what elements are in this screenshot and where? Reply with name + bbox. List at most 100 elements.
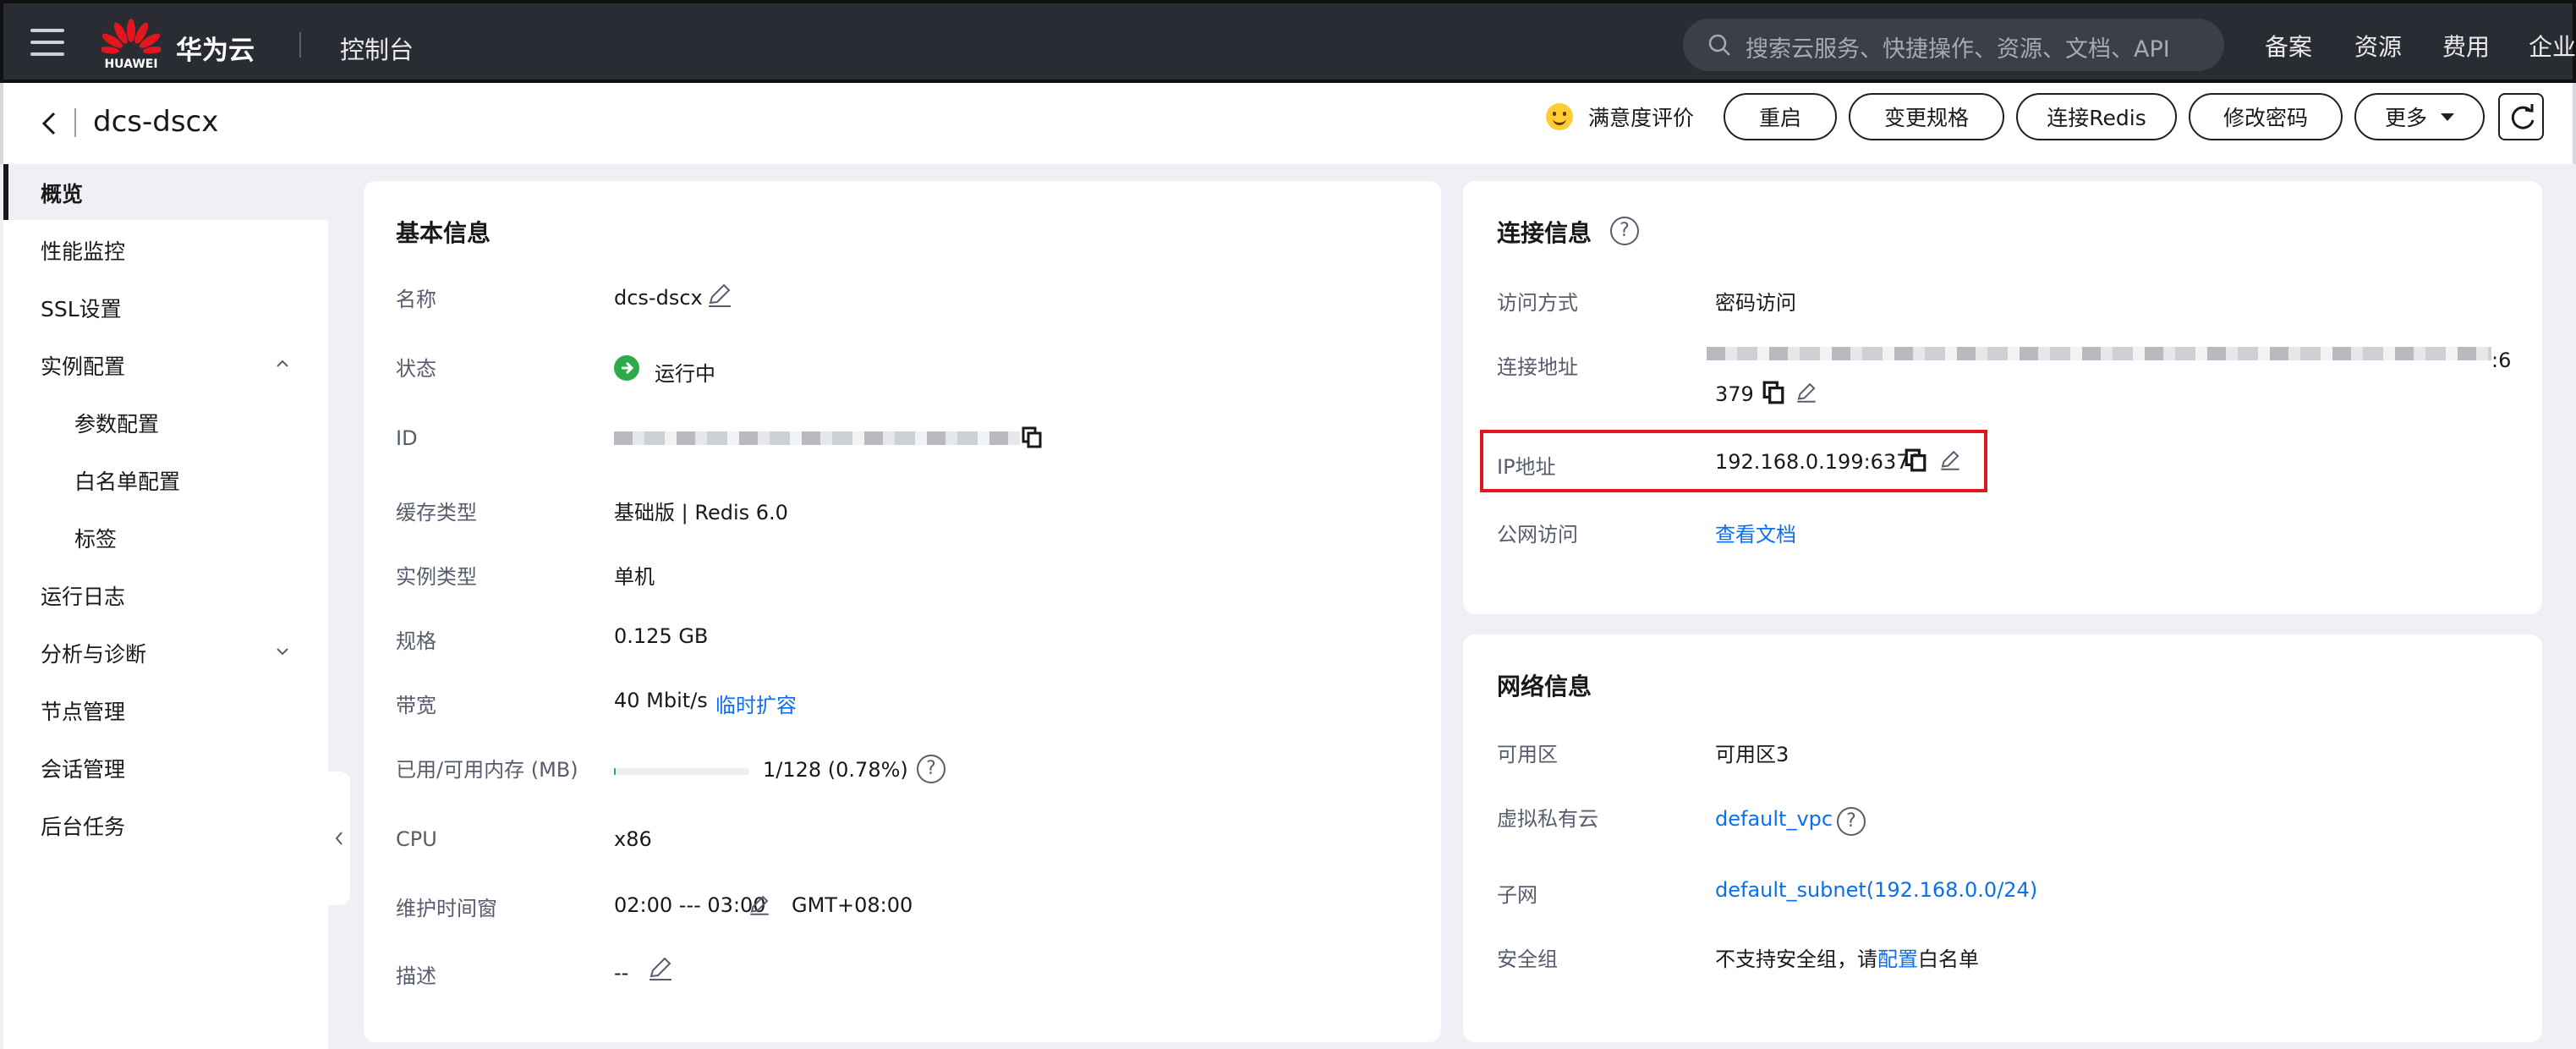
brand-name[interactable]: 华为云 (176, 29, 255, 67)
restart-button[interactable]: 重启 (1724, 93, 1837, 140)
id-label: ID (396, 426, 418, 450)
copy-address-icon[interactable] (1762, 381, 1784, 404)
running-status-icon (614, 355, 639, 381)
connection-address-port: 379 (1715, 382, 1754, 406)
name-label: 名称 (396, 288, 436, 311)
huawei-logo[interactable]: HUAWEI (99, 19, 163, 73)
cpu-label: CPU (396, 827, 437, 851)
description-label: 描述 (396, 964, 436, 988)
nav-billing[interactable]: 费用 (2442, 29, 2490, 63)
smiley-face-icon[interactable] (1546, 103, 1573, 130)
maintenance-label: 维护时间窗 (396, 897, 497, 920)
nav-enterprise[interactable]: 企业 (2529, 29, 2576, 63)
security-group-label: 安全组 (1497, 947, 1558, 971)
copy-id-icon[interactable] (1022, 426, 1042, 448)
security-group-value: 不支持安全组，请配置白名单 (1715, 942, 1979, 972)
console-link[interactable]: 控制台 (340, 30, 414, 66)
connection-help-icon[interactable]: ? (1610, 217, 1639, 245)
access-method-label: 访问方式 (1497, 291, 1578, 315)
sidebar-item-monitoring[interactable]: 性能监控 (3, 222, 328, 277)
sidebar-item-label: 性能监控 (41, 239, 126, 264)
connect-redis-button[interactable]: 连接Redis (2016, 93, 2177, 140)
vpc-help-icon[interactable]: ? (1837, 807, 1866, 836)
sidebar-item-params[interactable]: 参数配置 (3, 394, 328, 450)
sidebar-item-label: 会话管理 (41, 757, 126, 782)
more-dropdown-button[interactable]: 更多 (2354, 93, 2485, 140)
sidebar-item-label: 白名单配置 (74, 470, 181, 494)
sidebar-item-logs[interactable]: 运行日志 (3, 567, 328, 623)
subnet-link[interactable]: default_subnet(192.168.0.0/24) (1715, 878, 2037, 902)
sidebar-menu: 概览 性能监控 SSL设置 实例配置 参数配置 白名单配置 标签 运行日志 分析… (3, 164, 328, 1049)
topbar-divider (299, 32, 301, 58)
sidebar-item-tasks[interactable]: 后台任务 (3, 797, 328, 853)
cpu-value: x86 (614, 827, 652, 851)
public-access-label: 公网访问 (1497, 523, 1578, 546)
logo-text: HUAWEI (104, 58, 158, 71)
maintenance-timezone: GMT+08:00 (792, 893, 913, 917)
caret-down-icon (2441, 113, 2454, 121)
top-navigation-bar: HUAWEI 华为云 控制台 搜索云服务、快捷操作、资源、文档、API 备案 资… (0, 0, 2576, 83)
sidebar-item-diagnosis[interactable]: 分析与诊断 (3, 624, 328, 680)
change-password-button[interactable]: 修改密码 (2189, 93, 2343, 140)
nav-resources[interactable]: 资源 (2354, 29, 2402, 63)
instance-type-label: 实例类型 (396, 565, 477, 589)
instance-type-value: 单机 (614, 565, 655, 589)
sidebar-item-label: 标签 (74, 527, 118, 552)
network-info-card: 网络信息 可用区 可用区3 虚拟私有云 default_vpc ? 子网 def… (1463, 634, 2542, 1042)
sidebar-item-tags[interactable]: 标签 (3, 509, 328, 565)
sidebar-item-sessions[interactable]: 会话管理 (3, 739, 328, 795)
access-method-value: 密码访问 (1715, 291, 1796, 315)
edit-maintenance-icon[interactable] (748, 893, 771, 917)
sidebar-collapse-toggle[interactable] (328, 772, 350, 905)
cache-type-label: 缓存类型 (396, 501, 477, 524)
sidebar-item-label: 运行日志 (41, 585, 126, 609)
sidebar-item-label: 概览 (41, 182, 84, 206)
sidebar-item-instance-config[interactable]: 实例配置 (3, 337, 328, 393)
sidebar-item-whitelist[interactable]: 白名单配置 (3, 452, 328, 508)
spec-value: 0.125 GB (614, 624, 709, 648)
ip-address-highlight (1480, 430, 1987, 492)
connection-address-label: 连接地址 (1497, 355, 1578, 379)
memory-help-icon[interactable]: ? (917, 755, 945, 783)
sidebar-item-nodes[interactable]: 节点管理 (3, 682, 328, 738)
view-docs-link[interactable]: 查看文档 (1715, 518, 1796, 547)
vpc-label: 虚拟私有云 (1497, 807, 1598, 831)
description-value: -- (614, 961, 629, 985)
global-search-input[interactable]: 搜索云服务、快捷操作、资源、文档、API (1683, 19, 2224, 71)
sidebar-item-overview[interactable]: 概览 (3, 164, 328, 220)
back-arrow-icon[interactable] (41, 112, 58, 135)
chevron-down-icon (277, 648, 288, 656)
chevron-up-icon (277, 360, 288, 367)
refresh-button[interactable] (2498, 93, 2544, 140)
bandwidth-value: 40 Mbit/s (614, 689, 708, 712)
status-value: 运行中 (655, 362, 715, 386)
nav-filing[interactable]: 备案 (2265, 29, 2312, 63)
vpc-link[interactable]: default_vpc (1715, 807, 1833, 831)
edit-description-icon[interactable] (646, 954, 675, 983)
configure-whitelist-link[interactable]: 配置 (1877, 947, 1918, 971)
huawei-flower-icon (99, 19, 163, 54)
bandwidth-label: 带宽 (396, 694, 436, 717)
page-header: dcs-dscx 满意度评价 重启 变更规格 连接Redis 修改密码 更多 (0, 83, 2576, 164)
sidebar-item-label: 参数配置 (74, 412, 160, 437)
chevron-left-icon (335, 832, 343, 845)
edit-address-icon[interactable] (1795, 381, 1818, 404)
temporary-scale-link[interactable]: 临时扩容 (715, 689, 797, 718)
spec-label: 规格 (396, 629, 436, 653)
az-label: 可用区 (1497, 743, 1558, 766)
sidebar-item-label: 实例配置 (41, 354, 126, 379)
edit-name-icon[interactable] (705, 281, 734, 310)
security-group-prefix: 不支持安全组，请 (1715, 947, 1877, 971)
search-placeholder: 搜索云服务、快捷操作、资源、文档、API (1746, 36, 2170, 63)
satisfaction-link[interactable]: 满意度评价 (1588, 102, 1694, 132)
search-icon (1708, 34, 1730, 56)
sidebar-item-ssl[interactable]: SSL设置 (3, 279, 328, 335)
change-spec-button[interactable]: 变更规格 (1849, 93, 2004, 140)
security-group-suffix: 白名单 (1918, 947, 1979, 971)
sidebar-item-label: 后台任务 (41, 815, 126, 839)
header-divider (74, 108, 76, 137)
hamburger-menu-icon[interactable] (30, 29, 64, 58)
memory-value: 1/128 (0.78%) (763, 758, 908, 782)
cache-type-value: 基础版 | Redis 6.0 (614, 501, 788, 524)
connection-address-tail: :6 (2491, 349, 2512, 372)
